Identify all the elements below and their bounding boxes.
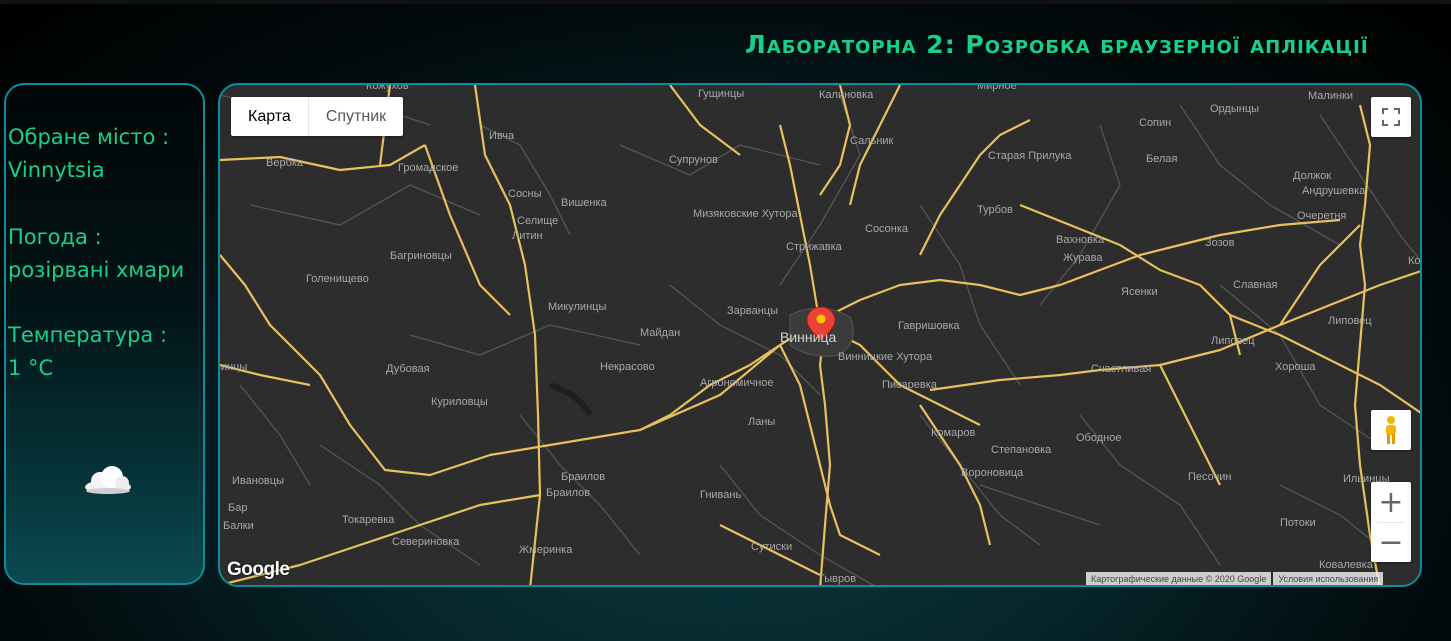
map-place-label: Степановка — [991, 444, 1052, 456]
street-view-button[interactable] — [1371, 410, 1411, 450]
map-place-label: Ивча — [489, 130, 515, 142]
page-title: Лабораторна 2: Розробка браузерної аплік… — [745, 30, 1369, 59]
map-place-label: Песочин — [1188, 471, 1232, 483]
map-container[interactable]: Кожухов Гущинцы Калиновка Мирное Малинки Орды… — [218, 83, 1422, 587]
city-label: Обране місто : — [8, 125, 170, 149]
map-place-label: Турбов — [977, 204, 1013, 216]
map-place-label: Калиновка — [819, 89, 874, 101]
map-place-label: Вахновка — [1056, 234, 1105, 246]
map-place-label: Литин — [512, 230, 543, 242]
map-place-label: Сосны — [508, 188, 542, 200]
map-attribution: Картографические данные © 2020 Google Ус… — [1086, 572, 1384, 585]
map-place-label: Кожанка — [1408, 255, 1421, 267]
map-place-label: Токаревка — [342, 514, 395, 526]
terms-link[interactable]: Условия использования — [1273, 572, 1384, 585]
map-place-label: Селище — [517, 215, 559, 227]
map-place-label: Тывров — [818, 573, 857, 585]
map-place-label: Кожухов — [366, 83, 409, 92]
pegman-icon — [1386, 416, 1396, 444]
map-place-label: Некрасово — [600, 361, 655, 373]
map-place-label: Мирное — [977, 83, 1017, 92]
map-place-label: Голенищево — [306, 273, 369, 285]
map-place-label: Должок — [1293, 170, 1332, 182]
map-place-label: Жмеринка — [519, 544, 573, 556]
weather-label: Погода : — [8, 225, 102, 249]
map-place-label: Браилов — [561, 471, 606, 483]
map-place-label: Стрижавка — [786, 241, 842, 253]
map-place-label: Бар — [228, 502, 248, 514]
map-place-label: Малинки — [1308, 90, 1353, 102]
map-place-label: Мизяковские Хутора — [693, 208, 798, 220]
zoom-in-button[interactable]: + — [1371, 482, 1411, 522]
temperature-label: Температура : — [8, 323, 168, 347]
map-place-label: Ободное — [1076, 432, 1122, 444]
map-type-control[interactable]: Карта Спутник — [231, 97, 404, 136]
map-place-label: Майдан — [640, 327, 681, 339]
map-place-label: Агрономичное — [700, 377, 774, 389]
map-place-label: Багриновцы — [390, 250, 452, 262]
map-place-label: Липовец — [1211, 335, 1255, 347]
google-logo[interactable]: Google — [227, 559, 290, 581]
temperature-value: 1 °C — [8, 356, 54, 380]
weather-value: розірвані хмари — [8, 258, 185, 282]
cloud-icon — [85, 466, 131, 494]
map-place-label: Вербка — [266, 157, 304, 169]
map-place-label: Липовец — [1328, 315, 1372, 327]
map-place-label: Белая — [1146, 153, 1178, 165]
map-place-label: Счастливая — [1091, 363, 1152, 375]
zoom-control[interactable]: + − — [1371, 482, 1411, 562]
map-place-label: Дубовая — [386, 363, 430, 375]
map-place-label: Комаров — [931, 427, 976, 439]
map-place-label: Ясенки — [1121, 286, 1158, 298]
zoom-out-button[interactable]: − — [1371, 522, 1411, 562]
weather-info-panel: Обране місто : Vinnytsia Погода : розірв… — [4, 83, 205, 585]
map-place-label: Вороновица — [961, 467, 1024, 479]
map-place-label: Потоки — [1280, 517, 1316, 529]
map-place-label: Винница — [780, 329, 837, 345]
map-place-label: Ивановцы — [232, 475, 284, 487]
map-place-label: Сутиски — [751, 541, 793, 553]
map-place-label: Вишенка — [561, 197, 607, 209]
map-place-label: Микулинцы — [548, 301, 607, 313]
map-place-label: Севериновка — [392, 536, 460, 548]
map-place-label: Ордынцы — [1210, 103, 1260, 115]
fullscreen-button[interactable] — [1371, 97, 1411, 137]
city-value: Vinnytsia — [8, 158, 105, 182]
map-place-label: Ковалевка — [1319, 559, 1373, 571]
map-place-label: Браилов — [546, 487, 591, 499]
map-place-label: Гнивань — [700, 489, 742, 501]
top-strip — [0, 0, 1451, 4]
map-place-label: Сосонка — [865, 223, 909, 235]
map-type-map-button[interactable]: Карта — [231, 97, 308, 136]
map-place-label: Сопин — [1139, 117, 1172, 129]
map-place-label: Журава — [1063, 252, 1103, 264]
map-place-label: Громадское — [398, 162, 459, 174]
map-place-label: Ланы — [748, 416, 776, 428]
map-place-label: Славная — [1233, 279, 1278, 291]
map-place-label: Балки — [223, 520, 254, 532]
fullscreen-icon — [1382, 108, 1400, 126]
map-place-label: Супрунов — [669, 154, 718, 166]
map-place-label: Куриловцы — [431, 396, 488, 408]
map-place-label: Старая Прилука — [988, 150, 1072, 162]
map-place-label: Писаревка — [882, 379, 937, 391]
map-place-label: Зозов — [1205, 237, 1235, 249]
map-place-label: Гущинцы — [698, 88, 745, 100]
attribution-text[interactable]: Картографические данные © 2020 Google — [1086, 572, 1272, 585]
map-place-label: Зарванцы — [727, 305, 778, 317]
map-place-label: Винницкие Хутора — [838, 351, 933, 363]
map-place-label: Хороша — [1275, 361, 1316, 373]
map-place-label: Сальник — [850, 135, 894, 147]
map-type-satellite-button[interactable]: Спутник — [307, 97, 403, 136]
map-place-label: Андрушевка — [1302, 185, 1366, 197]
map-place-label: Гавришовка — [898, 320, 960, 332]
map-place-label: Очеретня — [1297, 210, 1347, 222]
map-place-label: винцы — [218, 361, 248, 373]
